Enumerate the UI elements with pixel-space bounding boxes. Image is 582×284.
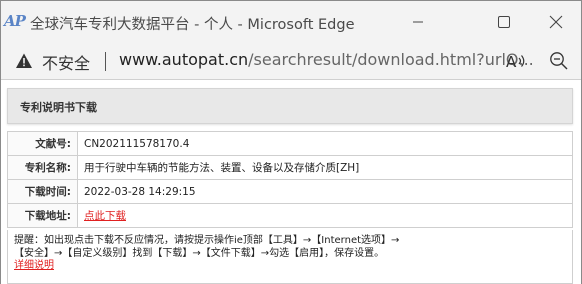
window-title: 全球汽车专利大数据平台 - 个人 - Microsoft Edge	[30, 17, 355, 33]
browser-window: AP 全球汽车专利大数据平台 - 个人 - Microsoft Edge 不安全…	[0, 0, 582, 284]
download-notice: 提醒：如出现点击下载不反应情况，请按提示操作ie顶部【工具】→【Internet…	[7, 230, 573, 284]
notice-line-1: 提醒：如出现点击下载不反应情况，请按提示操作ie顶部【工具】→【Internet…	[14, 235, 400, 246]
maximize-button[interactable]	[481, 1, 527, 43]
close-icon	[549, 15, 563, 29]
page-title: 专利说明书下载	[20, 101, 97, 114]
page-content: 专利说明书下载 文献号: CN202111578170.4 专利名称: 用于行驶…	[1, 79, 581, 284]
table-row: 文献号: CN202111578170.4	[7, 131, 573, 156]
maximize-icon	[498, 16, 510, 28]
download-time-label: 下载时间:	[7, 179, 78, 204]
details-link[interactable]: 详细说明	[14, 260, 54, 271]
svg-text:A: A	[506, 53, 517, 71]
doc-number-label: 文献号:	[7, 131, 78, 156]
security-status-label[interactable]: 不安全	[42, 50, 90, 74]
url-text[interactable]: www.autopat.cn/searchresult/download.htm…	[119, 50, 534, 69]
url-path: /searchresult/download.html?urlQ...	[248, 50, 534, 69]
download-url-label: 下载地址:	[7, 203, 78, 228]
read-aloud-icon[interactable]: A	[506, 51, 528, 71]
address-bar[interactable]: 不安全 www.autopat.cn/searchresult/download…	[1, 43, 581, 79]
notice-line-2: 【安全】→【自定义级别】找到【下载】→【文件下载】→勾选【启用】，保存设置。	[14, 247, 385, 259]
patent-name-label: 专利名称:	[7, 155, 78, 180]
download-link[interactable]: 点此下载	[84, 210, 126, 222]
download-time-value: 2022-03-28 14:29:15	[77, 179, 573, 204]
url-host: www.autopat.cn	[119, 50, 249, 69]
table-row: 下载时间: 2022-03-28 14:29:15	[7, 179, 573, 204]
info-table: 文献号: CN202111578170.4 专利名称: 用于行驶中车辆的节能方法…	[7, 131, 573, 228]
minimize-icon	[413, 21, 423, 23]
app-logo-icon: AP	[4, 12, 26, 30]
warning-icon[interactable]	[15, 52, 33, 70]
download-link-cell: 点此下载	[77, 203, 573, 228]
table-row: 下载地址: 点此下载	[7, 203, 573, 228]
patent-name-value: 用于行驶中车辆的节能方法、装置、设备以及存储介质[ZH]	[77, 155, 573, 180]
doc-number-value: CN202111578170.4	[77, 131, 573, 156]
table-row: 专利名称: 用于行驶中车辆的节能方法、装置、设备以及存储介质[ZH]	[7, 155, 573, 180]
title-bar: AP 全球汽车专利大数据平台 - 个人 - Microsoft Edge	[1, 1, 581, 43]
close-button[interactable]	[533, 1, 579, 43]
zoom-out-icon[interactable]	[549, 51, 569, 71]
panel-header: 专利说明书下载	[7, 88, 573, 124]
address-separator	[105, 52, 106, 71]
minimize-button[interactable]	[395, 1, 441, 43]
